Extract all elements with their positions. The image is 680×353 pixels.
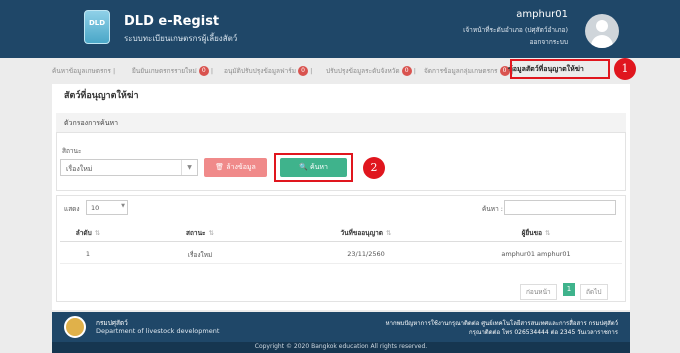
- sort-icon: ⇅: [544, 229, 551, 237]
- cell-request-date: 23/11/2560: [347, 250, 385, 258]
- column-header-status[interactable]: สถานะ ⇅: [186, 228, 214, 238]
- cell-status: เรื่องใหม่: [187, 251, 213, 259]
- step-marker-2: 2: [363, 157, 385, 179]
- chevron-down-icon: ▼: [121, 203, 125, 209]
- table-search-input[interactable]: [504, 200, 616, 215]
- cell-order: 1: [85, 250, 91, 258]
- table-search-label: ค้นหา :: [482, 205, 503, 213]
- step-marker-1: 1: [614, 58, 636, 80]
- tab-farmer-group[interactable]: จัดการข้อมูลกลุ่มเกษตรกร 0 |: [424, 66, 514, 76]
- sort-icon: ⇅: [208, 229, 214, 237]
- sort-icon: ⇅: [94, 229, 101, 237]
- page-title: สัตว์ที่อนุญาตให้ฆ่า: [64, 91, 139, 101]
- status-select-value: เรื่องใหม่: [66, 165, 93, 173]
- table-row[interactable]: 1 เรื่องใหม่ 23/11/2560 amphur01 amphur0…: [60, 244, 622, 264]
- tab-search-farmer[interactable]: ค้นหาข้อมูลเกษตรกร |: [52, 66, 115, 76]
- clear-button[interactable]: 🗑 ล้างข้อมูล: [204, 158, 267, 177]
- logout-link[interactable]: ออกจากระบบ: [530, 37, 568, 47]
- sort-icon: ⇅: [386, 229, 392, 237]
- pager-next-button[interactable]: ถัดไป: [580, 284, 608, 300]
- filter-title: ตัวกรองการค้นหา: [64, 119, 119, 127]
- pager-page-1[interactable]: 1: [563, 283, 575, 296]
- tab-province-update[interactable]: ปรับปรุงข้อมูลระดับจังหวัด 0 |: [326, 66, 416, 76]
- page-length-label: แสดง: [64, 205, 80, 213]
- highlight-box-search: [274, 153, 353, 182]
- status-select[interactable]: เรื่องใหม่ ▼: [60, 159, 198, 176]
- status-label: สิถานะ: [62, 147, 82, 155]
- dld-logo-icon: DLD: [84, 10, 110, 44]
- table-header-row: ลำดับ ⇅ สถานะ ⇅ วันที่ขออนุญาต ⇅ ผู้ยื่นขอ ⇅: [60, 222, 622, 242]
- footer-contact-line-2: กรุณาติดต่อ โทร 026534444 ต่อ 2345 วันเว…: [469, 329, 618, 336]
- column-header-requester[interactable]: ผู้ยื่นขอ ⇅: [522, 228, 551, 238]
- pager-prev-button[interactable]: ก่อนหน้า: [520, 284, 557, 300]
- user-avatar-icon[interactable]: [585, 14, 619, 48]
- app-subtitle: ระบบทะเบียนเกษตรกรผู้เลี้ยงสัตว์: [124, 34, 238, 43]
- column-header-request-date[interactable]: วันที่ขออนุญาต ⇅: [341, 228, 392, 238]
- department-seal-icon: [64, 316, 86, 338]
- footer-dept-name: Department of livestock development: [96, 327, 220, 335]
- copyright-text: Copyright © 2020 Bangkok education All r…: [254, 343, 428, 350]
- tab-approve-farm-update[interactable]: อนุมัติปรับปรุงข้อมูลฟาร์ม 0 |: [224, 66, 312, 76]
- tab-confirm-new-farmer[interactable]: ยืนยันเกษตรกรรายใหม่ 0 |: [132, 66, 213, 76]
- user-role: เจ้าหน้าที่ระดับอำเภอ (ปศุสัตว์อำเภอ): [463, 26, 568, 34]
- tab-badge: 0: [401, 66, 412, 76]
- tab-badge: 0: [198, 66, 209, 76]
- app-title: DLD e-Regist: [124, 14, 220, 29]
- chevron-down-icon: ▼: [181, 160, 197, 175]
- trash-icon: 🗑: [215, 163, 225, 171]
- page-length-select[interactable]: 10 ▼: [86, 200, 128, 215]
- user-name: amphur01: [516, 9, 568, 20]
- column-header-order[interactable]: ลำดับ ⇅: [76, 228, 100, 238]
- highlight-box-tab: [510, 59, 610, 79]
- filter-header: [56, 113, 626, 133]
- cell-requester: amphur01 amphur01: [501, 250, 571, 258]
- tab-badge: 0: [298, 66, 309, 76]
